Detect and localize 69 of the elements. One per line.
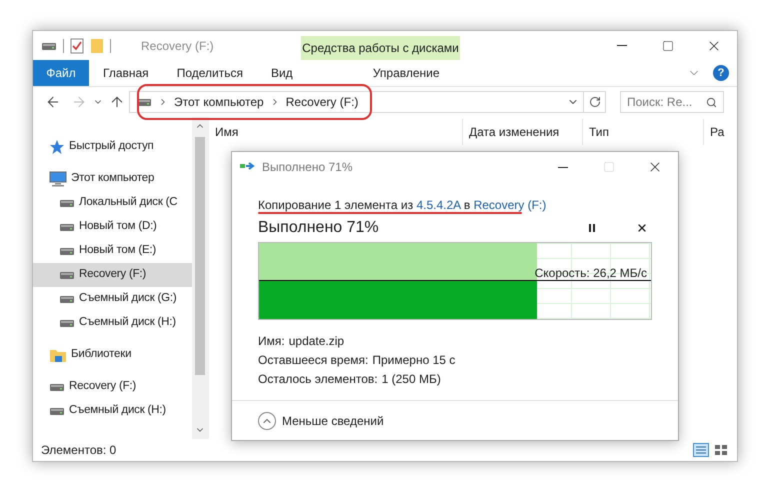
maximize-icon xyxy=(603,161,615,173)
pause-icon[interactable] xyxy=(588,223,596,233)
detail-label: Осталось элементов: xyxy=(258,371,378,388)
refresh-icon xyxy=(588,96,600,108)
drive-icon xyxy=(59,318,75,328)
maximize-icon xyxy=(662,40,674,52)
up-button[interactable] xyxy=(109,94,125,110)
address-bar[interactable]: Этот компьютер Recovery (F:) xyxy=(129,91,584,113)
source-link[interactable]: 4.5.4.2A xyxy=(416,198,461,212)
help-button[interactable]: ? xyxy=(713,65,729,81)
drive-icon xyxy=(59,198,75,208)
file-tab[interactable]: Файл xyxy=(33,60,89,86)
checklist-icon[interactable] xyxy=(70,38,84,54)
drive-icon xyxy=(59,270,75,280)
sidebar-item[interactable]: Новый том (E:) xyxy=(33,239,192,263)
minimize-icon xyxy=(617,45,627,46)
sidebar-item[interactable]: Recovery (F:) xyxy=(33,263,192,287)
sidebar-item[interactable]: Съемный диск (H:) xyxy=(33,399,192,423)
ribbon-tab[interactable]: Поделиться xyxy=(162,60,257,86)
drive-icon xyxy=(41,40,57,50)
copy-summary: Копирование 1 элемента из 4.5.4.2A в Recovery (F:) xyxy=(258,198,546,212)
drive-icon xyxy=(59,246,75,256)
detail-value: update.zip xyxy=(288,333,344,350)
drive-icon xyxy=(59,294,75,304)
context-group-header: Средства работы с дисками xyxy=(301,36,460,60)
sidebar-item[interactable]: Библиотеки xyxy=(33,343,192,367)
sidebar-item[interactable]: Новый том (D:) xyxy=(33,215,192,239)
column-header[interactable]: Дата изменения xyxy=(463,119,583,145)
sidebar-item[interactable]: Быстрый доступ xyxy=(33,135,192,159)
search-icon xyxy=(706,96,717,108)
detail-value: 1 (250 МБ) xyxy=(382,371,441,388)
ribbon-tab[interactable]: Главная xyxy=(89,60,163,86)
tiles-view-icon[interactable] xyxy=(713,443,729,457)
star-icon xyxy=(49,139,65,155)
detail-value: Примерно 15 с xyxy=(372,352,456,369)
details-view-icon[interactable] xyxy=(693,443,709,457)
sidebar-item[interactable]: Recovery (F:) xyxy=(33,375,192,399)
sidebar-item[interactable]: Этот компьютер xyxy=(33,167,192,191)
column-header[interactable]: Тип xyxy=(583,119,704,145)
back-button[interactable] xyxy=(45,94,61,110)
sidebar-item[interactable]: Локальный диск (C xyxy=(33,191,192,215)
progress-heading: Выполнено 71% xyxy=(258,218,379,238)
breadcrumb[interactable]: Этот компьютер xyxy=(174,93,264,111)
folder-icon xyxy=(49,347,67,363)
scrollbar[interactable] xyxy=(192,117,208,439)
destination-link[interactable]: Recovery (F:) xyxy=(474,198,546,212)
minimize-icon xyxy=(558,166,568,168)
less-details-button[interactable]: Меньше сведений xyxy=(258,412,384,430)
drive-icon xyxy=(49,406,65,416)
column-header[interactable]: Имя xyxy=(209,119,463,145)
speed-label: Скорость: 26,2 МБ/с xyxy=(534,265,647,282)
ribbon-tab[interactable]: Управление xyxy=(326,60,486,86)
detail-label: Имя: xyxy=(258,333,285,350)
sidebar-item[interactable]: Съемный диск (G:) xyxy=(33,287,192,311)
refresh-button[interactable] xyxy=(584,91,606,113)
sidebar-item[interactable]: Съемный диск (H:) xyxy=(33,311,192,335)
drive-icon xyxy=(59,222,75,232)
dialog-title: Выполнено 71% xyxy=(262,159,352,176)
breadcrumb[interactable]: Recovery (F:) xyxy=(286,93,358,111)
column-header[interactable]: Ра xyxy=(704,119,724,145)
window-title: Recovery (F:) xyxy=(141,38,215,54)
status-text: Элементов: 0 xyxy=(41,442,116,459)
ribbon-tab[interactable]: Вид xyxy=(256,60,307,86)
search-field[interactable]: Поиск: Re... xyxy=(620,91,724,113)
copy-icon xyxy=(240,162,256,172)
cancel-icon[interactable] xyxy=(636,222,648,234)
detail-label: Оставшееся время: xyxy=(258,352,368,369)
drive-icon xyxy=(49,382,65,392)
monitor-icon xyxy=(49,171,67,187)
